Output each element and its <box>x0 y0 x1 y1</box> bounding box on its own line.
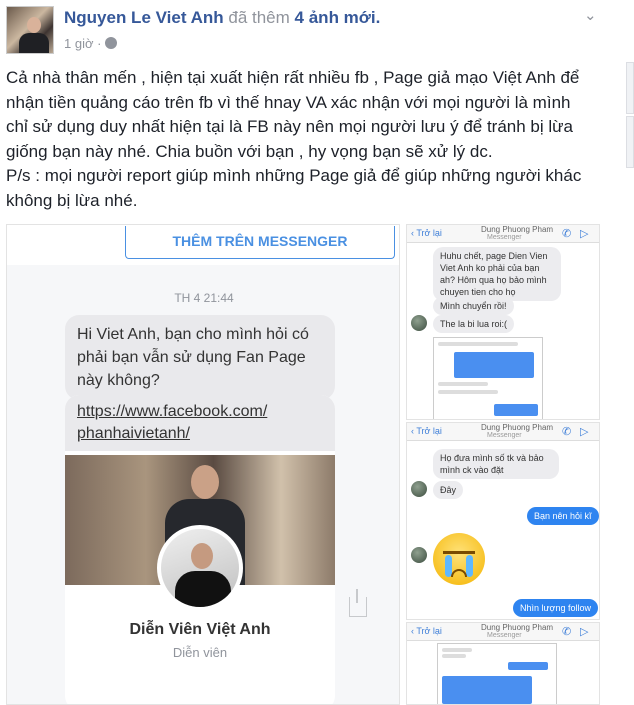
avatar <box>411 481 427 497</box>
post-header: Nguyen Le Viet Anh đã thêm 4 ảnh mới. ⌄ … <box>0 0 634 60</box>
link-url-line: https://www.facebook.com/ <box>77 403 268 420</box>
chat-topbar: ‹ Trở lại Dung Phuong Pham Messenger ✆ ▷ <box>407 225 599 243</box>
post-meta: 1 giờ · <box>64 36 118 51</box>
crying-emoji-icon <box>433 533 485 585</box>
post-text-line: Cả nhà thân mến , hiện tại xuất hiện rất… <box>6 68 580 87</box>
post-text: Cả nhà thân mến , hiện tại xuất hiện rất… <box>6 66 618 213</box>
back-link: ‹ Trở lại <box>411 228 442 238</box>
post-headline: Nguyen Le Viet Anh đã thêm 4 ảnh mới. <box>64 8 380 28</box>
photo-grid: THÊM TRÊN MESSENGER TH 4 21:44 Hi Viet A… <box>6 224 600 705</box>
page-name: Diễn Viên Việt Anh <box>129 621 271 638</box>
globe-icon <box>105 37 118 49</box>
contact-name: Dung Phuong Pham <box>481 225 554 234</box>
add-on-messenger-button: THÊM TRÊN MESSENGER <box>125 226 395 259</box>
contact-subtitle: Messenger <box>487 234 522 241</box>
action-text: đã thêm <box>228 8 290 27</box>
contact-subtitle: Messenger <box>487 432 522 439</box>
post-text-line: nhận tiền quảng cáo trên fb vì thế hnay … <box>6 92 571 112</box>
post-time-link[interactable]: 1 giờ · <box>64 36 101 51</box>
chat-panel: TH 4 21:44 Hi Viet Anh, bạn cho mình hỏi… <box>7 265 399 704</box>
chat-bubble: Đây <box>433 481 464 499</box>
author-avatar[interactable] <box>6 6 54 54</box>
contact-name: Dung Phuong Pham <box>481 423 554 432</box>
post-text-line: không bị lừa nhé. <box>6 190 138 210</box>
contact-name: Dung Phuong Pham <box>481 623 554 632</box>
nested-screenshot <box>433 337 543 419</box>
chat-bubble: Hi Viet Anh, bạn cho mình hỏi có phải bạ… <box>65 315 335 400</box>
chat-bubble: Họ đưa mình số tk và bảo mình ck vào đặt <box>433 449 559 479</box>
main-photo[interactable]: THÊM TRÊN MESSENGER TH 4 21:44 Hi Viet A… <box>6 224 400 705</box>
avatar <box>411 315 427 331</box>
photo-count-link[interactable]: 4 ảnh mới. <box>295 8 381 27</box>
chat-bubble: Huhu chết, page Dien Vien Viet Anh ko ph… <box>433 247 561 301</box>
video-icon: ▷ <box>580 626 589 638</box>
chat-screenshot-3[interactable]: ‹ Trở lại Dung Phuong Pham Messenger ✆ ▷ <box>406 622 600 705</box>
chat-timestamp: TH 4 21:44 <box>174 291 234 305</box>
phone-icon: ✆ <box>562 228 572 240</box>
chat-bubble-sent: Nhìn lượng follow <box>513 599 598 617</box>
side-photos: ‹ Trở lại Dung Phuong Pham Messenger ✆ ▷… <box>406 224 600 705</box>
link-preview-card: https://www.facebook.com/ phanhaivietanh… <box>65 395 335 704</box>
video-icon: ▷ <box>580 228 589 240</box>
post-text-line: giống bạn này nhé. Chia buồn với bạn , h… <box>6 141 493 161</box>
post-text-line: P/s : mọi người report giúp mình những P… <box>6 166 582 185</box>
author-name-link[interactable]: Nguyen Le Viet Anh <box>64 8 224 27</box>
side-tab <box>626 62 634 114</box>
chat-screenshot-1[interactable]: ‹ Trở lại Dung Phuong Pham Messenger ✆ ▷… <box>406 224 600 420</box>
chat-bubble: The la bi lua roi:( <box>433 315 515 333</box>
phone-icon: ✆ <box>562 626 572 638</box>
chat-screenshot-2[interactable]: ‹ Trở lại Dung Phuong Pham Messenger ✆ ▷… <box>406 422 600 620</box>
avatar <box>411 547 427 563</box>
page-profile-picture <box>157 525 243 611</box>
page-category: Diễn viên <box>172 645 228 660</box>
link-url-line: phanhaivietanh/ <box>77 425 190 442</box>
chat-topbar: ‹ Trở lại Dung Phuong Pham Messenger ✆ ▷ <box>407 623 599 641</box>
nested-screenshot <box>437 643 557 704</box>
back-link: ‹ Trở lại <box>411 426 442 436</box>
chat-topbar: ‹ Trở lại Dung Phuong Pham Messenger ✆ ▷ <box>407 423 599 441</box>
chat-bubble-sent: Bạn nên hỏi kĩ <box>527 507 599 525</box>
chat-bubble: Mình chuyển rồi! <box>433 297 514 315</box>
video-icon: ▷ <box>580 426 589 438</box>
chevron-down-icon[interactable]: ⌄ <box>584 6 597 24</box>
back-link: ‹ Trở lại <box>411 626 442 636</box>
link-url: https://www.facebook.com/ phanhaivietanh… <box>65 395 335 451</box>
contact-subtitle: Messenger <box>487 632 522 639</box>
phone-icon: ✆ <box>562 426 572 438</box>
share-icon <box>349 589 367 617</box>
side-tab <box>626 116 634 168</box>
post-text-line: chỉ sử dụng duy nhất hiện tại là FB này … <box>6 117 573 136</box>
